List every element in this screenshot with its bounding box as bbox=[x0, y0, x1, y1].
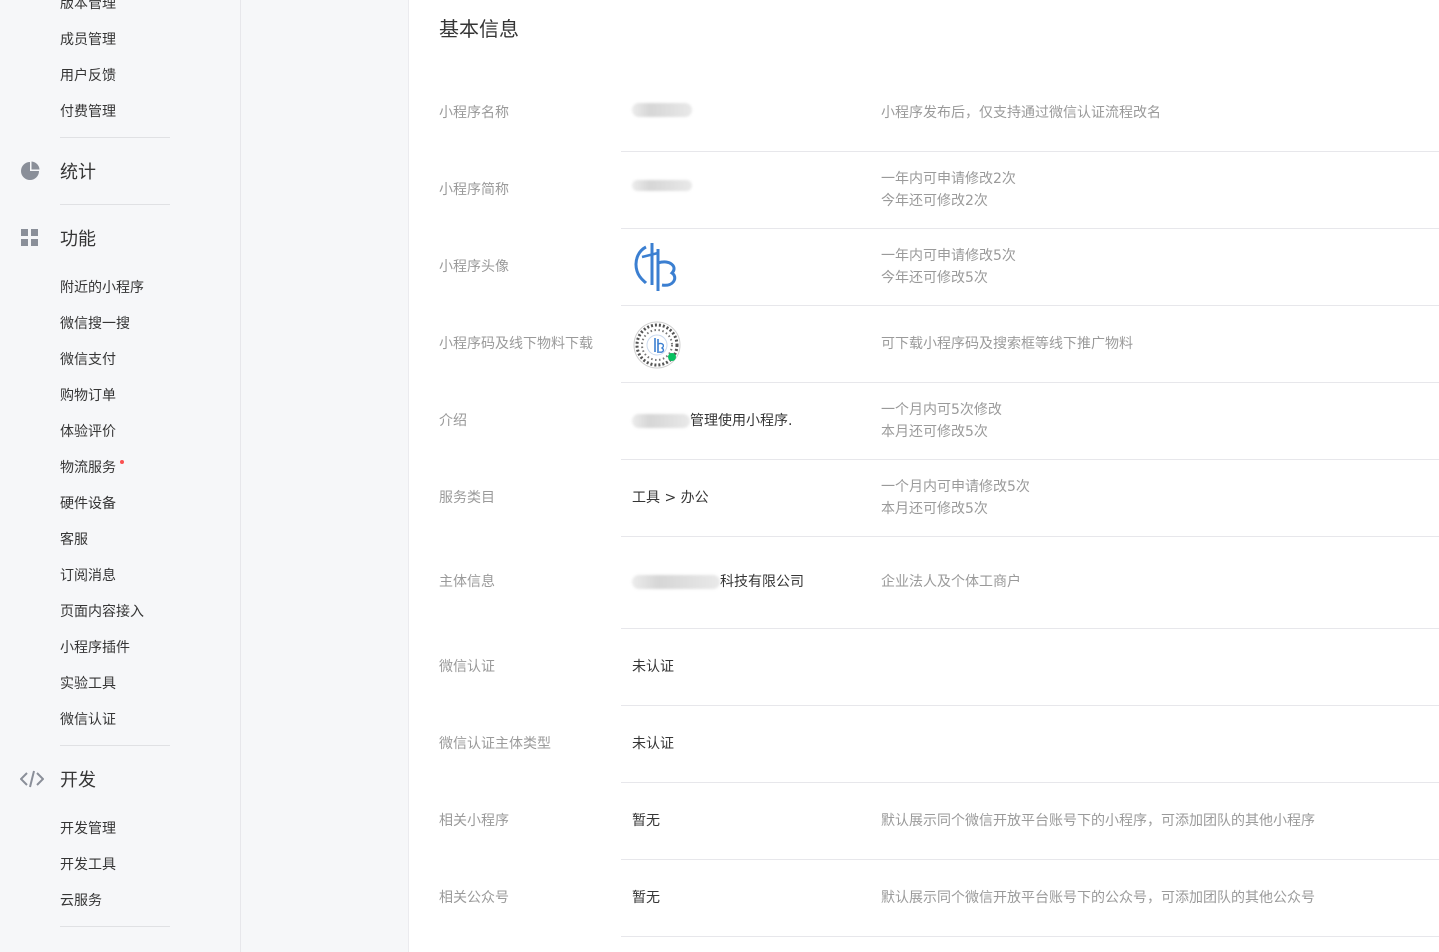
redacted-text bbox=[632, 180, 692, 191]
sidebar-item-lab[interactable]: 实验工具 bbox=[60, 674, 116, 694]
row-tip: 本月还可修改5次 bbox=[881, 501, 988, 517]
info-row-qrcode: 小程序码及线下物料下载 可下载小程序码及搜索框等线下推广物料 bbox=[409, 306, 1439, 383]
row-tip: 企业法人及个体工商户 bbox=[881, 574, 1021, 590]
sidebar-section-dev[interactable]: 开发 bbox=[20, 765, 96, 793]
mini-program-avatar[interactable] bbox=[632, 241, 682, 293]
redacted-text bbox=[632, 414, 690, 428]
sidebar-item-pay[interactable]: 微信支付 bbox=[60, 350, 116, 370]
redacted-text bbox=[632, 103, 692, 117]
row-divider bbox=[621, 936, 1439, 937]
sidebar-section-label: 统计 bbox=[60, 162, 96, 183]
sidebar-item-nearby[interactable]: 附近的小程序 bbox=[60, 278, 144, 298]
row-label: 相关公众号 bbox=[439, 890, 509, 906]
row-label: 主体信息 bbox=[439, 574, 495, 590]
intro-value: 管理使用小程序. bbox=[632, 411, 792, 431]
row-label: 微信认证主体类型 bbox=[439, 736, 551, 752]
row-tip: 可下载小程序码及搜索框等线下推广物料 bbox=[881, 336, 1133, 352]
sidebar-item-logistics[interactable]: 物流服务 bbox=[60, 458, 116, 478]
row-label: 介绍 bbox=[439, 413, 467, 429]
row-tip: 本月还可修改5次 bbox=[881, 424, 988, 440]
row-tip: 今年还可修改5次 bbox=[881, 270, 988, 286]
sidebar-item-service[interactable]: 客服 bbox=[60, 530, 88, 550]
sidebar-section-features[interactable]: 功能 bbox=[20, 224, 96, 252]
redacted-text bbox=[632, 575, 720, 589]
sidebar-divider bbox=[60, 926, 170, 927]
info-row-related-accounts: 相关公众号 暂无 默认展示同个微信开放平台账号下的公众号，可添加团队的其他公众号 bbox=[409, 860, 1439, 937]
info-row-verification-type: 微信认证主体类型 未认证 bbox=[409, 706, 1439, 783]
row-label: 小程序码及线下物料下载 bbox=[439, 336, 593, 352]
info-row-intro: 介绍 管理使用小程序. 一个月内可5次修改 本月还可修改5次 bbox=[409, 383, 1439, 460]
sidebar-divider bbox=[60, 745, 170, 746]
notification-dot bbox=[120, 460, 124, 464]
sidebar-item-subscribe[interactable]: 订阅消息 bbox=[60, 566, 116, 586]
related-accounts-value: 暂无 bbox=[632, 890, 660, 906]
category-value: 工具 > 办公 bbox=[632, 490, 709, 506]
row-label: 小程序名称 bbox=[439, 105, 509, 121]
sidebar-section-label: 功能 bbox=[60, 229, 96, 250]
sidebar-item-content[interactable]: 页面内容接入 bbox=[60, 602, 144, 622]
sidebar-item-plugins[interactable]: 小程序插件 bbox=[60, 638, 130, 658]
sidebar-section-stats[interactable]: 统计 bbox=[20, 157, 96, 185]
sidebar-item-dev-manage[interactable]: 开发管理 bbox=[60, 819, 116, 839]
sidebar-section-label: 开发 bbox=[60, 770, 96, 791]
grid-icon bbox=[20, 225, 46, 251]
row-label: 相关小程序 bbox=[439, 813, 509, 829]
sidebar-nav: 版本管理 成员管理 用户反馈 付费管理 统计 功能 附近的小程序 微信搜一搜 微… bbox=[0, 0, 241, 952]
content-gutter bbox=[241, 0, 409, 952]
info-row-entity: 主体信息 科技有限公司 企业法人及个体工商户 bbox=[409, 537, 1439, 629]
info-row-name: 小程序名称 小程序发布后，仅支持通过微信认证流程改名 bbox=[409, 74, 1439, 152]
row-tip: 一个月内可申请修改5次 bbox=[881, 479, 1030, 495]
sidebar-item-orders[interactable]: 购物订单 bbox=[60, 386, 116, 406]
page-title: 基本信息 bbox=[439, 17, 519, 41]
related-mini-programs-value: 暂无 bbox=[632, 813, 660, 829]
sidebar-item-verify[interactable]: 微信认证 bbox=[60, 710, 116, 730]
sidebar-divider bbox=[60, 137, 170, 138]
sidebar-item-members[interactable]: 成员管理 bbox=[60, 30, 116, 50]
entity-text: 科技有限公司 bbox=[720, 574, 804, 590]
sidebar-item-review[interactable]: 体验评价 bbox=[60, 422, 116, 442]
row-tip: 今年还可修改2次 bbox=[881, 193, 988, 209]
intro-text: 管理使用小程序. bbox=[690, 413, 793, 429]
code-icon bbox=[20, 766, 46, 792]
sidebar-item-payment[interactable]: 付费管理 bbox=[60, 102, 116, 122]
main-content: 基本信息 小程序名称 小程序发布后，仅支持通过微信认证流程改名 小程序简称 一年… bbox=[409, 0, 1439, 952]
row-tip: 默认展示同个微信开放平台账号下的公众号，可添加团队的其他公众号 bbox=[881, 890, 1315, 906]
sidebar-item-cloud[interactable]: 云服务 bbox=[60, 891, 102, 911]
info-row-related-mini-programs: 相关小程序 暂无 默认展示同个微信开放平台账号下的小程序，可添加团队的其他小程序 bbox=[409, 783, 1439, 860]
row-label: 小程序头像 bbox=[439, 259, 509, 275]
row-tip: 一个月内可5次修改 bbox=[881, 402, 1002, 418]
row-label: 微信认证 bbox=[439, 659, 495, 675]
row-label: 小程序简称 bbox=[439, 182, 509, 198]
row-tip: 一年内可申请修改5次 bbox=[881, 248, 1016, 264]
row-tip: 一年内可申请修改2次 bbox=[881, 171, 1016, 187]
sidebar-divider bbox=[60, 204, 170, 205]
sidebar-item-search[interactable]: 微信搜一搜 bbox=[60, 314, 130, 334]
verification-status: 未认证 bbox=[632, 659, 674, 675]
info-row-short-name: 小程序简称 一年内可申请修改2次 今年还可修改2次 bbox=[409, 152, 1439, 229]
mini-program-code[interactable] bbox=[632, 320, 682, 370]
info-row-avatar: 小程序头像 一年内可申请修改5次 今年还可修改5次 bbox=[409, 229, 1439, 306]
pie-chart-icon bbox=[20, 158, 46, 184]
sidebar-item-version[interactable]: 版本管理 bbox=[60, 0, 116, 14]
sidebar-item-dev-tools[interactable]: 开发工具 bbox=[60, 855, 116, 875]
verification-type-status: 未认证 bbox=[632, 736, 674, 752]
sidebar-item-feedback[interactable]: 用户反馈 bbox=[60, 66, 116, 86]
sidebar-item-hardware[interactable]: 硬件设备 bbox=[60, 494, 116, 514]
short-name-value-blurred bbox=[632, 180, 692, 191]
name-value-blurred bbox=[632, 103, 692, 117]
info-row-category: 服务类目 工具 > 办公 一个月内可申请修改5次 本月还可修改5次 bbox=[409, 460, 1439, 537]
row-tip: 默认展示同个微信开放平台账号下的小程序，可添加团队的其他小程序 bbox=[881, 813, 1315, 829]
info-row-verification: 微信认证 未认证 bbox=[409, 629, 1439, 706]
entity-value: 科技有限公司 bbox=[632, 572, 804, 592]
row-tip: 小程序发布后，仅支持通过微信认证流程改名 bbox=[881, 105, 1161, 121]
row-label: 服务类目 bbox=[439, 490, 495, 506]
